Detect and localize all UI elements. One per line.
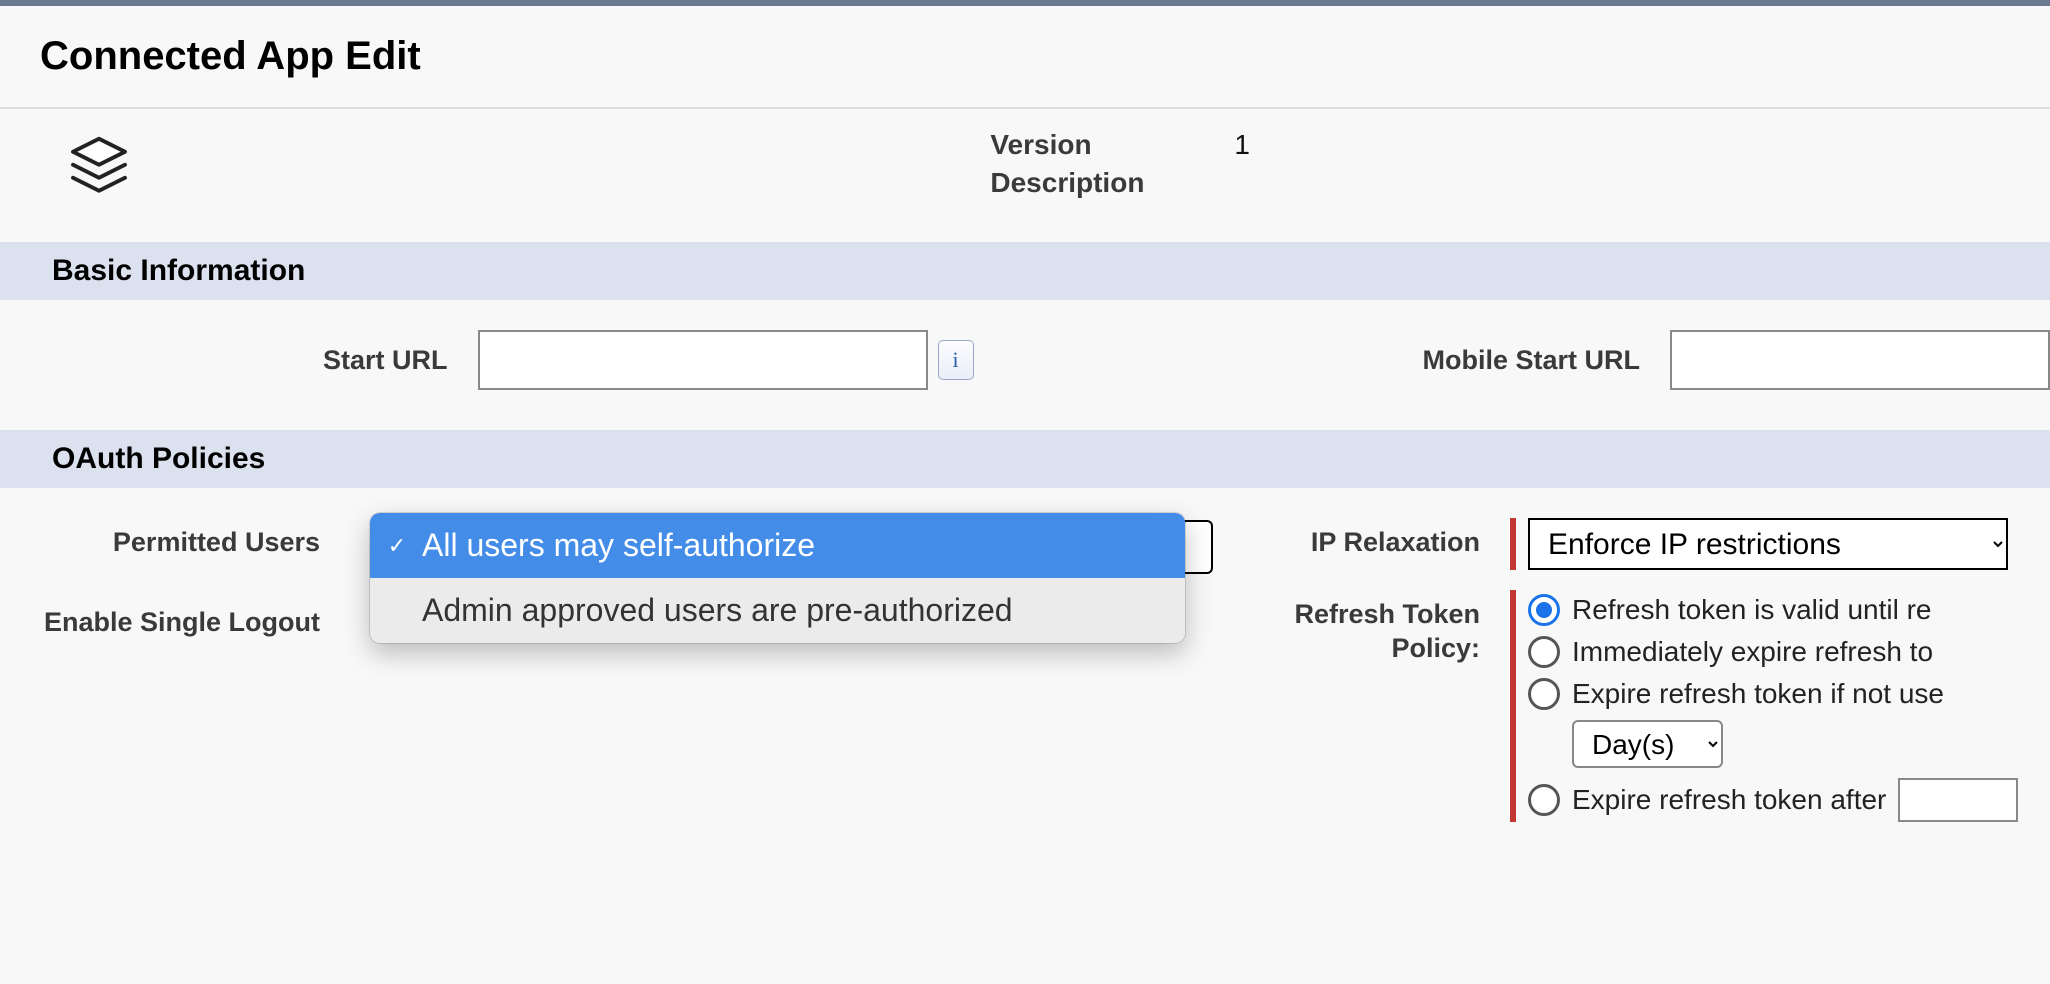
info-icon[interactable]: i: [938, 340, 974, 380]
radio-label: Expire refresh token after: [1572, 784, 1886, 816]
permitted-users-dropdown[interactable]: ✓ All users may self-authorize Admin app…: [370, 513, 1185, 643]
refresh-token-radio-group: Refresh token is valid until re Immediat…: [1528, 590, 2018, 822]
radio-icon: [1528, 594, 1560, 626]
section-header-oauth: OAuth Policies: [0, 430, 2050, 488]
oauth-right-column: IP Relaxation Enforce IP restrictions Re…: [1230, 518, 2050, 842]
radio-label: Immediately expire refresh to: [1572, 636, 1933, 668]
refresh-token-option-immediately-expire[interactable]: Immediately expire refresh to: [1528, 636, 2018, 668]
section-body-basic-info: Start URL i Mobile Start URL: [0, 300, 2050, 430]
start-url-input[interactable]: [478, 330, 928, 390]
expire-after-input[interactable]: [1898, 778, 2018, 822]
refresh-token-option-valid-until-revoked[interactable]: Refresh token is valid until re: [1528, 594, 2018, 626]
refresh-token-option-expire-if-not-used[interactable]: Expire refresh token if not use: [1528, 678, 2018, 710]
version-value: 1: [1234, 129, 1250, 161]
required-indicator: [1510, 590, 1516, 822]
dropdown-option-label: Admin approved users are pre-authorized: [422, 592, 1013, 629]
radio-icon: [1528, 678, 1560, 710]
ip-relaxation-label: IP Relaxation: [1230, 518, 1510, 560]
permitted-users-label: Permitted Users: [0, 518, 350, 560]
refresh-token-option-expire-after[interactable]: Expire refresh token after: [1528, 778, 2018, 822]
ip-relaxation-select[interactable]: Enforce IP restrictions: [1528, 518, 2008, 570]
enable-single-logout-label: Enable Single Logout: [0, 598, 350, 640]
permitted-users-option-admin-approved[interactable]: Admin approved users are pre-authorized: [370, 578, 1185, 643]
dropdown-option-label: All users may self-authorize: [422, 527, 815, 564]
radio-icon: [1528, 636, 1560, 668]
check-icon: ✓: [386, 533, 408, 559]
refresh-token-time-unit-row: Day(s): [1572, 720, 2018, 768]
mobile-start-url-input[interactable]: [1670, 330, 2050, 390]
version-label: Version: [990, 129, 1144, 161]
permitted-users-select-edge[interactable]: [1183, 520, 1213, 574]
mobile-start-url-label: Mobile Start URL: [974, 345, 1671, 376]
radio-label: Refresh token is valid until re: [1572, 594, 1932, 626]
app-stack-icon: [60, 129, 138, 212]
start-url-label: Start URL: [0, 345, 478, 376]
overview-section: Version 1 Description: [0, 107, 2050, 242]
radio-label: Expire refresh token if not use: [1572, 678, 1944, 710]
radio-icon: [1528, 784, 1560, 816]
section-header-basic-info: Basic Information: [0, 242, 2050, 300]
refresh-token-policy-label: Refresh Token Policy:: [1230, 590, 1510, 666]
description-value: [1234, 167, 1250, 199]
permitted-users-option-self-authorize[interactable]: ✓ All users may self-authorize: [370, 513, 1185, 578]
oauth-left-column: Permitted Users Enable Single Logout ✓ A…: [0, 518, 1230, 842]
section-body-oauth: Permitted Users Enable Single Logout ✓ A…: [0, 488, 2050, 852]
required-indicator: [1510, 518, 1516, 570]
time-unit-select[interactable]: Day(s): [1572, 720, 1723, 768]
page-title: Connected App Edit: [0, 6, 2050, 107]
overview-meta: Version 1 Description: [990, 129, 2010, 199]
description-label: Description: [990, 167, 1144, 199]
